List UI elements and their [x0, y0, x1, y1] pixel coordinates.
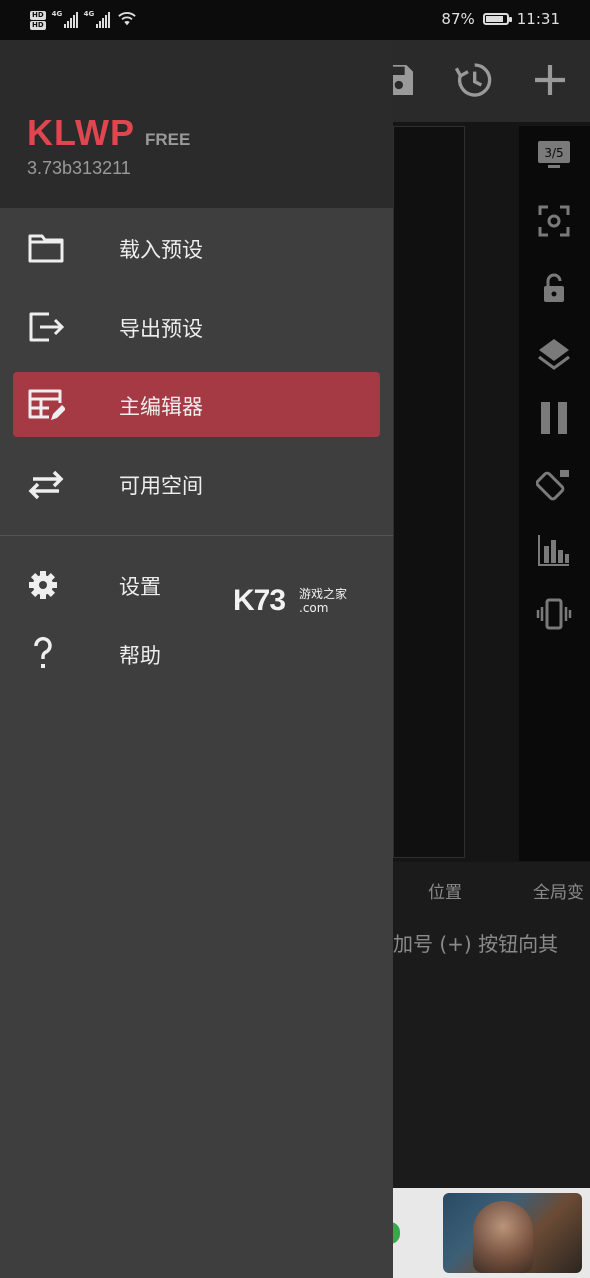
folder-icon: [27, 229, 65, 267]
status-right: 87% 11:31: [441, 10, 560, 28]
layers-icon[interactable]: [536, 336, 572, 372]
menu-load-preset[interactable]: 载入预设: [13, 215, 380, 280]
empty-hint: 加号 (+) 按钮向其: [393, 912, 590, 1188]
screen-preview-icon[interactable]: 3/5: [536, 137, 572, 173]
menu-label: 帮助: [119, 644, 161, 668]
network-type: 4G: [51, 10, 63, 18]
hint-text: 加号 (+) 按钮向其: [393, 932, 559, 956]
screen-badge: 3/5: [544, 146, 563, 160]
gear-icon: [27, 566, 65, 604]
editor-icon: [27, 386, 66, 424]
menu-help[interactable]: 帮助: [13, 621, 380, 686]
status-left: HD HD 4G 4G: [30, 8, 138, 32]
menu-label: 可用空间: [119, 474, 203, 498]
network-type: 4G: [83, 10, 95, 18]
battery-icon: [482, 13, 512, 25]
menu-divider: [0, 535, 393, 536]
focus-icon[interactable]: [536, 203, 572, 239]
signal-icon: 4G: [83, 10, 110, 28]
rotate-lock-icon[interactable]: [535, 466, 572, 502]
navigation-drawer: KLWP FREE 3.73b313211 载入预设 导出预设 主编辑器 可用空…: [0, 40, 393, 1278]
k73-watermark: K73 游戏之家 .com: [233, 584, 347, 618]
tab-globals[interactable]: 全局变: [533, 878, 584, 903]
edition-label: FREE: [145, 130, 191, 149]
history-icon[interactable]: [453, 60, 493, 100]
help-icon: [27, 635, 65, 673]
watermark-line1: 游戏之家: [299, 587, 348, 601]
watermark-line2: .com: [299, 601, 329, 615]
battery-fill: [485, 16, 503, 22]
clock: 11:31: [516, 10, 560, 28]
signal-icon: 4G: [51, 10, 78, 28]
battery-percent: 87%: [441, 10, 475, 28]
pause-icon[interactable]: [536, 400, 572, 436]
status-bar: HD HD 4G 4G 87% 11:31: [0, 0, 590, 40]
preview-canvas: [393, 126, 465, 858]
equalizer-icon[interactable]: [536, 532, 572, 568]
menu-label: 主编辑器: [119, 395, 203, 419]
menu-main-editor[interactable]: 主编辑器: [13, 372, 380, 437]
lock-icon[interactable]: [536, 270, 572, 306]
tab-position[interactable]: 位置: [428, 878, 462, 903]
export-icon: [27, 308, 65, 346]
watermark-logo: K73: [233, 584, 286, 617]
watermark-text: 游戏之家 .com: [299, 587, 347, 615]
swap-icon: [27, 465, 65, 503]
app-name: KLWP: [27, 112, 135, 153]
wifi-icon: [116, 9, 138, 31]
menu-free-space[interactable]: 可用空间: [13, 451, 380, 516]
app-version: 3.73b313211: [27, 158, 131, 178]
menu-label: 载入预设: [119, 238, 203, 262]
hd-badges: HD HD: [30, 10, 46, 30]
hd-badge: HD: [30, 10, 46, 20]
app-brand: KLWP FREE: [27, 112, 190, 154]
ad-thumbnail[interactable]: [443, 1193, 582, 1273]
editor-tabs: 位置 全局变: [393, 862, 590, 912]
menu-label: 设置: [119, 575, 161, 599]
drawer-header: KLWP FREE 3.73b313211: [0, 40, 393, 208]
menu-label: 导出预设: [119, 317, 203, 341]
hd-badge: HD: [30, 20, 46, 30]
vibrate-icon[interactable]: [536, 596, 572, 632]
menu-export-preset[interactable]: 导出预设: [13, 294, 380, 359]
add-icon[interactable]: [530, 60, 570, 100]
